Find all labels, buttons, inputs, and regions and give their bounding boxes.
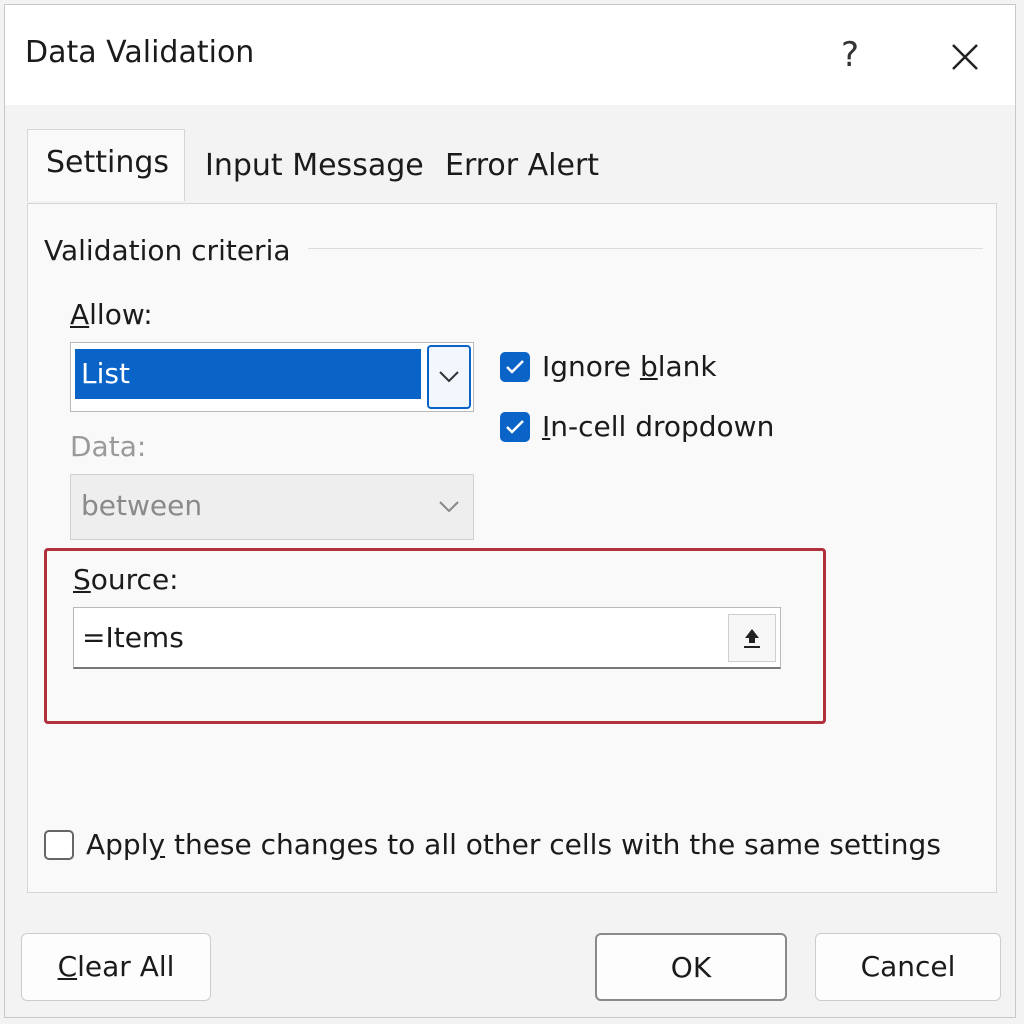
in-cell-dropdown-label: In-cell dropdown	[542, 410, 775, 443]
chevron-down-icon	[439, 371, 459, 383]
apply-all-checkbox[interactable]: Apply these changes to all other cells w…	[44, 828, 941, 861]
ignore-blank-label: Ignore blank	[542, 350, 717, 383]
checkmark-icon	[506, 419, 524, 434]
allow-dropdown-button[interactable]	[427, 345, 471, 409]
allow-select-value: List	[75, 349, 421, 399]
title-bar: Data Validation ?	[5, 5, 1015, 105]
cancel-button[interactable]: Cancel	[815, 933, 1001, 1001]
settings-panel: Validation criteria Allow: List Data: be…	[27, 203, 997, 893]
in-cell-dropdown-check-box[interactable]	[500, 411, 530, 442]
clear-all-button[interactable]: Clear All	[21, 933, 211, 1001]
checkmark-icon	[506, 359, 524, 374]
ignore-blank-checkbox[interactable]: Ignore blank	[500, 350, 717, 383]
data-validation-dialog: Data Validation ? Settings Input Message…	[4, 4, 1016, 1018]
ignore-blank-check-box[interactable]	[500, 351, 530, 382]
apply-all-check-box[interactable]	[44, 829, 74, 860]
apply-all-label: Apply these changes to all other cells w…	[86, 828, 941, 861]
tab-settings[interactable]: Settings	[27, 129, 185, 201]
data-dropdown-button	[427, 477, 471, 537]
collapse-dialog-button[interactable]	[728, 614, 776, 662]
close-button[interactable]	[935, 27, 995, 83]
tab-error-alert[interactable]: Error Alert	[427, 133, 617, 205]
group-divider	[308, 248, 983, 249]
validation-criteria-label: Validation criteria	[44, 234, 291, 267]
chevron-down-icon	[439, 501, 459, 513]
source-label: Source:	[73, 563, 179, 596]
data-select-value: between	[81, 489, 203, 522]
dialog-title: Data Validation	[25, 35, 255, 70]
close-icon	[952, 44, 978, 70]
tab-input-message[interactable]: Input Message	[187, 133, 442, 205]
data-label: Data:	[70, 430, 147, 463]
help-button[interactable]: ?	[825, 27, 875, 83]
allow-select[interactable]: List	[70, 342, 474, 412]
data-select: between	[70, 474, 474, 540]
allow-label: Allow:	[70, 298, 153, 331]
source-input-value: =Items	[82, 621, 184, 654]
ok-button[interactable]: OK	[595, 933, 787, 1001]
in-cell-dropdown-checkbox[interactable]: In-cell dropdown	[500, 410, 774, 443]
range-select-icon	[744, 629, 760, 648]
source-highlight-box: Source: =Items	[44, 548, 826, 724]
source-input[interactable]: =Items	[73, 607, 781, 669]
